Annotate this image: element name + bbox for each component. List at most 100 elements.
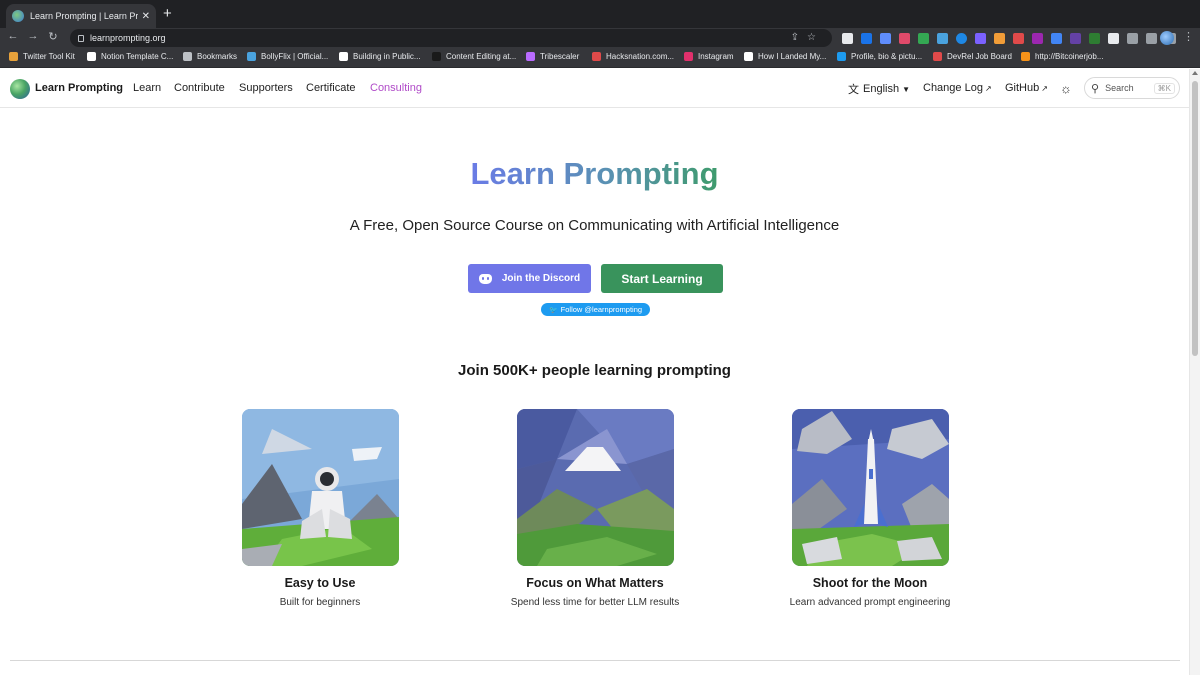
section-divider bbox=[10, 660, 1180, 661]
reload-icon[interactable]: ↻ bbox=[46, 30, 60, 43]
browser-tab-strip: Learn Prompting | Learn Promp ✕ + bbox=[0, 0, 1200, 28]
hero-subtitle: A Free, Open Source Course on Communicat… bbox=[349, 217, 840, 234]
extension-icon[interactable] bbox=[861, 33, 872, 44]
bookmark-item[interactable]: DevRel Job Board bbox=[933, 52, 1012, 61]
forward-arrow-icon[interactable]: → bbox=[26, 30, 40, 42]
changelog-link[interactable]: Change Log ↗ bbox=[923, 82, 992, 94]
nav-link-learn[interactable]: Learn bbox=[133, 82, 161, 94]
extension-icon[interactable] bbox=[1051, 33, 1062, 44]
site-header: Learn Prompting Learn Contribute Support… bbox=[0, 69, 1189, 108]
bookmark-favicon-icon bbox=[247, 52, 256, 61]
search-icon: ⚲ bbox=[1091, 82, 1100, 95]
reading-list-icon[interactable] bbox=[1146, 33, 1157, 44]
back-arrow-icon[interactable]: ← bbox=[6, 30, 20, 42]
bookmark-star-icon[interactable]: ⇪☆ bbox=[791, 32, 824, 43]
github-label: GitHub bbox=[1005, 82, 1040, 94]
search-label: Search bbox=[1105, 83, 1134, 93]
twitter-bird-icon: 🐦 bbox=[548, 306, 558, 314]
bookmark-item[interactable]: Content Editing at... bbox=[432, 52, 516, 61]
puzzle-icon[interactable] bbox=[1127, 33, 1138, 44]
bookmark-item[interactable]: http://Bitcoinerjob... bbox=[1021, 52, 1103, 61]
bookmark-favicon-icon bbox=[432, 52, 441, 61]
start-learning-label: Start Learning bbox=[621, 271, 703, 286]
bookmark-item[interactable]: Bookmarks bbox=[183, 52, 237, 61]
twitter-follow-label: Follow @learnprompting bbox=[560, 305, 643, 314]
extension-icon[interactable] bbox=[1089, 33, 1100, 44]
extension-icon[interactable] bbox=[975, 33, 986, 44]
bookmark-favicon-icon bbox=[526, 52, 535, 61]
instagram-icon bbox=[684, 52, 693, 61]
browser-toolbar: ← → ↻ learnprompting.org ⇪☆ ⋮ bbox=[0, 28, 1200, 48]
bookmark-item[interactable]: Building in Public... bbox=[339, 52, 421, 61]
logo-icon[interactable] bbox=[10, 79, 30, 99]
extension-icon[interactable] bbox=[880, 33, 891, 44]
github-link[interactable]: GitHub ↗ bbox=[1005, 82, 1048, 94]
feature-card-focus: Focus on What Matters Spend less time fo… bbox=[475, 409, 715, 608]
hero-title: Learn Prompting bbox=[0, 156, 1189, 192]
bookmark-favicon-icon bbox=[9, 52, 18, 61]
bookmark-favicon-icon bbox=[592, 52, 601, 61]
astronaut-illustration-icon bbox=[241, 409, 399, 566]
brand-name[interactable]: Learn Prompting bbox=[35, 82, 123, 94]
extension-icon[interactable] bbox=[842, 33, 853, 44]
feature-title: Easy to Use bbox=[284, 576, 356, 590]
bookmark-item[interactable]: Profile, bio & pictu... bbox=[837, 52, 922, 61]
rocket-illustration-icon bbox=[791, 409, 949, 566]
nav-link-supporters[interactable]: Supporters bbox=[239, 82, 293, 94]
bookmark-item[interactable]: Tribescaler bbox=[526, 52, 579, 61]
search-button[interactable]: ⚲ Search ⌘K bbox=[1084, 77, 1180, 99]
address-bar[interactable]: learnprompting.org ⇪☆ bbox=[70, 29, 832, 47]
nav-link-consulting[interactable]: Consulting bbox=[370, 82, 422, 94]
extension-icon[interactable] bbox=[899, 33, 910, 44]
language-selector[interactable]: 文 English ▼ bbox=[848, 81, 910, 97]
hero-title-text: Learn Prompting bbox=[470, 156, 719, 191]
language-label: English bbox=[863, 83, 900, 95]
profile-avatar[interactable] bbox=[1160, 31, 1174, 45]
site-favicon-icon bbox=[12, 10, 24, 22]
extension-icon[interactable] bbox=[1070, 33, 1081, 44]
extension-icon[interactable] bbox=[956, 33, 967, 44]
extension-icon[interactable] bbox=[1013, 33, 1024, 44]
start-learning-button[interactable]: Start Learning bbox=[601, 264, 723, 293]
bookmark-item[interactable]: Hacksnation.com... bbox=[592, 52, 674, 61]
translate-icon: 文 bbox=[848, 84, 859, 96]
bookmark-item[interactable]: Instagram bbox=[684, 52, 734, 61]
nav-link-certificate[interactable]: Certificate bbox=[306, 82, 356, 94]
page-scrollbar[interactable] bbox=[1189, 69, 1200, 675]
feature-title: Shoot for the Moon bbox=[812, 576, 928, 590]
new-tab-button[interactable]: + bbox=[163, 6, 172, 22]
join-discord-button[interactable]: Join the Discord bbox=[468, 264, 591, 293]
extension-icon[interactable] bbox=[918, 33, 929, 44]
browser-tab[interactable]: Learn Prompting | Learn Promp ✕ bbox=[6, 4, 156, 28]
feature-card-moon: Shoot for the Moon Learn advanced prompt… bbox=[750, 409, 990, 608]
bookmark-favicon-icon bbox=[1021, 52, 1030, 61]
twitter-follow-button[interactable]: 🐦 Follow @learnprompting bbox=[541, 303, 650, 316]
extension-icon[interactable] bbox=[937, 33, 948, 44]
close-tab-icon[interactable]: ✕ bbox=[142, 11, 150, 22]
nav-link-contribute[interactable]: Contribute bbox=[174, 82, 225, 94]
scroll-thumb[interactable] bbox=[1192, 81, 1198, 356]
bookmark-favicon-icon bbox=[837, 52, 846, 61]
star-icon bbox=[183, 52, 192, 61]
bookmark-item[interactable]: BollyFlix | Official... bbox=[247, 52, 328, 61]
feature-description: Spend less time for better LLM results bbox=[510, 597, 680, 608]
url-text: learnprompting.org bbox=[90, 33, 166, 43]
bookmark-item[interactable]: How I Landed My... bbox=[744, 52, 826, 61]
extension-icon[interactable] bbox=[994, 33, 1005, 44]
scroll-up-arrow-icon[interactable] bbox=[1192, 71, 1198, 75]
bookmark-favicon-icon bbox=[744, 52, 753, 61]
bookmark-item[interactable]: Twitter Tool Kit bbox=[9, 52, 75, 61]
bookmark-favicon-icon bbox=[933, 52, 942, 61]
theme-toggle-sun-icon[interactable]: ☼ bbox=[1060, 81, 1072, 96]
search-shortcut: ⌘K bbox=[1153, 82, 1175, 94]
feature-description: Learn advanced prompt engineering bbox=[789, 597, 951, 608]
join-discord-label: Join the Discord bbox=[501, 273, 581, 284]
join-heading: Join 500K+ people learning prompting bbox=[458, 362, 731, 379]
feature-card-easy: Easy to Use Built for beginners bbox=[200, 409, 440, 608]
extension-icon[interactable] bbox=[1108, 33, 1119, 44]
caret-down-icon: ▼ bbox=[902, 84, 910, 94]
bookmark-item[interactable]: Notion Template C... bbox=[87, 52, 173, 61]
bookmark-favicon-icon bbox=[87, 52, 96, 61]
extension-icon[interactable] bbox=[1032, 33, 1043, 44]
browser-menu-icon[interactable]: ⋮ bbox=[1183, 30, 1194, 43]
